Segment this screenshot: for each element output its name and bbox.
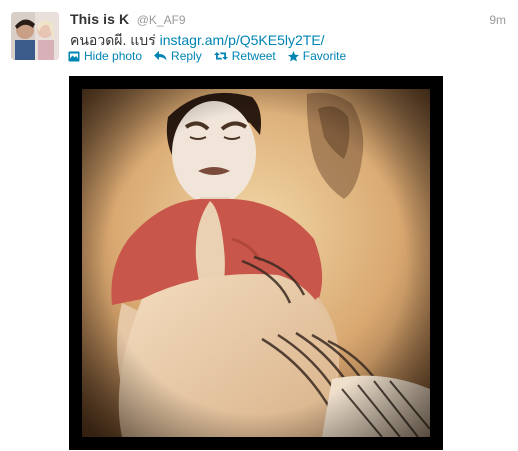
reply-button[interactable]: Reply bbox=[154, 49, 202, 63]
avatar[interactable] bbox=[11, 12, 59, 60]
photo-icon bbox=[68, 51, 80, 61]
tweet-timestamp[interactable]: 9m bbox=[489, 13, 506, 27]
retweet-icon bbox=[213, 52, 228, 60]
retweet-label: Retweet bbox=[231, 49, 276, 63]
reply-label: Reply bbox=[171, 49, 202, 63]
tweet-header: This is K @K_AF9 bbox=[70, 11, 186, 29]
reply-arrow-icon bbox=[154, 51, 167, 61]
star-icon bbox=[287, 50, 299, 61]
author-username[interactable]: @K_AF9 bbox=[137, 13, 186, 27]
tweet-text-body: คนอวดผี. แบร่ bbox=[70, 32, 156, 48]
tweet-photo bbox=[82, 89, 430, 437]
author-fullname[interactable]: This is K bbox=[70, 11, 129, 27]
hide-photo-button[interactable]: Hide photo bbox=[68, 49, 142, 63]
favorite-button[interactable]: Favorite bbox=[287, 49, 347, 63]
tweet-actions: Hide photo Reply Retweet Favorite bbox=[68, 49, 358, 63]
avatar-image bbox=[11, 12, 59, 60]
hide-photo-label: Hide photo bbox=[84, 49, 143, 63]
tweet: This is K @K_AF9 9m คนอวดผี. แบร่ instag… bbox=[0, 0, 518, 451]
photo-image bbox=[82, 89, 430, 437]
retweet-button[interactable]: Retweet bbox=[213, 49, 276, 63]
favorite-label: Favorite bbox=[302, 49, 347, 63]
tweet-link[interactable]: instagr.am/p/Q5KE5ly2TE/ bbox=[160, 32, 325, 48]
media-frame[interactable] bbox=[69, 76, 443, 450]
